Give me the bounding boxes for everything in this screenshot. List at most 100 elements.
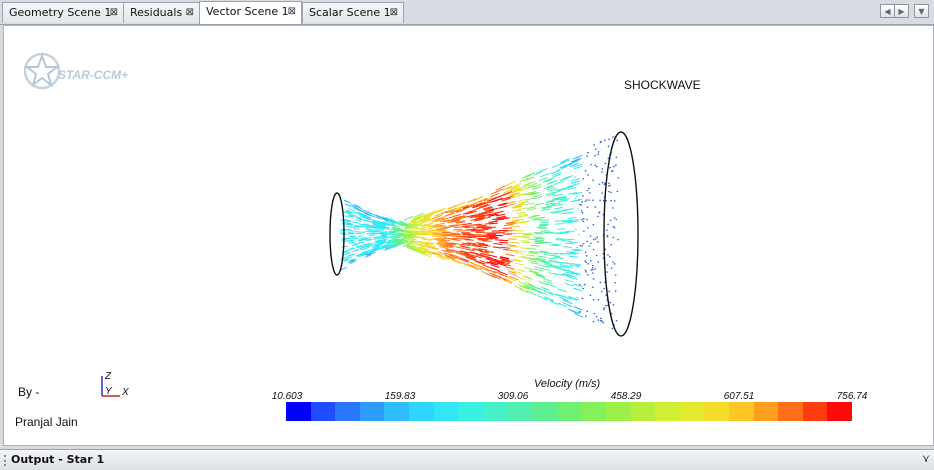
velocity-arrow: [366, 237, 373, 239]
scroll-right-button[interactable]: ▶: [894, 4, 909, 18]
velocity-arrow: [351, 249, 359, 253]
velocity-arrow: [601, 168, 604, 170]
velocity-arrow: [343, 199, 351, 204]
tab-scalar-scene[interactable]: Scalar Scene 1 ⊠: [302, 2, 404, 23]
velocity-arrow: [479, 228, 489, 231]
velocity-arrow: [597, 153, 600, 156]
velocity-arrow: [500, 246, 511, 249]
velocity-arrow: [554, 220, 564, 222]
colorbar-swatch: [433, 402, 459, 421]
velocity-arrow: [488, 220, 498, 223]
axis-z-label: Z: [104, 371, 112, 382]
velocity-arrow: [586, 155, 589, 158]
velocity-arrow: [351, 221, 359, 224]
colorbar-swatch: [728, 402, 754, 421]
velocity-arrow: [521, 241, 531, 244]
velocity-arrow: [503, 224, 513, 226]
tab-geometry-scene[interactable]: Geometry Scene 1 ⊠: [2, 2, 124, 23]
colorbar-swatch: [827, 402, 853, 421]
velocity-arrow: [608, 138, 611, 141]
tab-label: Vector Scene 1: [206, 5, 289, 18]
collapse-icon[interactable]: ⋎: [922, 452, 930, 465]
velocity-arrow: [452, 237, 463, 240]
colorbar-swatch: [802, 402, 828, 421]
velocity-arrow: [564, 208, 574, 211]
velocity-arrow: [518, 213, 528, 216]
velocity-arrow: [527, 207, 537, 211]
velocity-arrow: [541, 208, 551, 212]
velocity-arrow: [379, 237, 386, 240]
velocity-arrow: [510, 241, 520, 244]
tab-vector-scene[interactable]: Vector Scene 1 ⊠: [199, 1, 302, 24]
velocity-arrow: [584, 315, 587, 318]
velocity-arrow: [484, 227, 494, 229]
velocity-arrow: [403, 215, 414, 221]
velocity-arrow: [602, 321, 605, 324]
velocity-arrow: [594, 164, 597, 167]
velocity-arrow: [506, 180, 517, 186]
close-icon[interactable]: ⊠: [110, 3, 118, 23]
velocity-arrow: [613, 165, 616, 168]
velocity-arrow: [412, 235, 422, 238]
velocity-arrow: [573, 248, 584, 251]
velocity-arrow: [576, 296, 579, 299]
velocity-arrow: [493, 243, 503, 245]
velocity-arrow: [528, 259, 539, 263]
velocity-arrow: [599, 140, 602, 143]
velocity-arrow: [451, 239, 461, 241]
tab-residuals[interactable]: Residuals ⊠: [123, 2, 200, 23]
velocity-arrow: [429, 226, 440, 229]
scroll-left-button[interactable]: ◀: [880, 4, 895, 18]
velocity-arrow: [525, 202, 535, 206]
tab-menu-button[interactable]: ▼: [914, 4, 929, 18]
velocity-arrow: [533, 268, 543, 272]
velocity-arrow: [402, 234, 412, 237]
colorbar-swatch: [335, 402, 360, 421]
close-icon[interactable]: ⊠: [288, 2, 296, 22]
velocity-arrow: [589, 294, 592, 297]
tab-label: Scalar Scene 1: [309, 6, 391, 19]
velocity-arrow: [546, 204, 556, 207]
colorbar-swatch: [605, 402, 631, 421]
velocity-arrow: [587, 151, 590, 154]
tab-label: Geometry Scene 1: [9, 6, 112, 19]
vector-scene-viewport[interactable]: STAR-CCM+ SHOCKWAVE By - Pranjal Jain Z …: [3, 25, 934, 446]
outlet-boundary: [603, 131, 639, 337]
colorbar-swatch: [679, 402, 705, 421]
velocity-arrow: [540, 221, 550, 224]
velocity-arrow: [594, 154, 597, 157]
velocity-arrow: [348, 242, 355, 244]
velocity-arrow: [597, 319, 600, 322]
close-icon[interactable]: ⊠: [390, 3, 398, 23]
colorbar-swatch: [384, 402, 410, 421]
velocity-arrow: [603, 307, 606, 309]
velocity-arrow: [346, 254, 353, 258]
velocity-arrow: [611, 136, 614, 139]
velocity-arrow: [547, 283, 557, 288]
close-icon[interactable]: ⊠: [186, 3, 194, 23]
velocity-colorbar: [286, 402, 853, 421]
velocity-arrow: [499, 241, 509, 244]
velocity-arrow: [570, 264, 580, 267]
colorbar-swatch: [753, 402, 779, 421]
colorbar-swatch: [581, 402, 606, 421]
velocity-arrow: [505, 266, 515, 270]
velocity-arrow: [552, 163, 562, 168]
output-panel-header[interactable]: Output - Star 1 ⋎: [0, 449, 934, 470]
velocity-arrow: [349, 247, 356, 250]
velocity-arrow: [573, 306, 583, 311]
velocity-arrow: [514, 251, 524, 255]
velocity-arrow: [590, 163, 593, 166]
colorbar-swatch: [409, 402, 434, 421]
velocity-arrow: [353, 242, 360, 245]
velocity-arrow: [607, 145, 610, 148]
velocity-arrow: [586, 310, 589, 313]
velocity-arrow: [444, 212, 455, 217]
velocity-arrow: [512, 209, 522, 212]
drag-grip-icon[interactable]: [4, 455, 9, 466]
velocity-arrow: [522, 275, 532, 280]
velocity-arrow: [536, 226, 546, 228]
velocity-arrow: [466, 228, 476, 231]
velocity-arrow: [553, 207, 564, 210]
velocity-arrow: [570, 219, 580, 221]
